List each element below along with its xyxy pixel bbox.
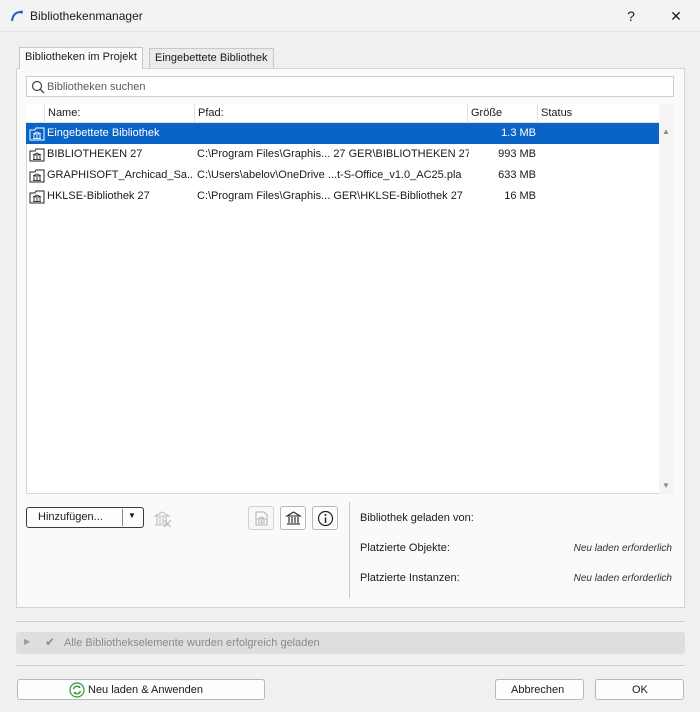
chevron-down-icon[interactable]: ▼	[128, 511, 136, 520]
cancel-label: Abbrechen	[511, 684, 565, 696]
cell-path: C:\Users\abelov\OneDrive ...t-S-Office_v…	[197, 169, 462, 181]
cell-size: 633 MB	[498, 169, 536, 181]
search-icon	[31, 80, 45, 94]
cell-status	[540, 165, 650, 186]
cell-path: C:\Program Files\Graphis... 27 GER\BIBLI…	[197, 148, 469, 160]
window-title: Bibliothekenmanager	[30, 9, 143, 23]
reload-apply-button[interactable]: Neu laden & Anwenden	[17, 679, 265, 700]
placed-objects-label: Platzierte Objekte:	[360, 542, 450, 554]
cell-name: Eingebettete Bibliothek	[47, 127, 160, 139]
library-manage-icon	[285, 511, 302, 525]
tab-project-libraries[interactable]: Bibliotheken im Projekt	[19, 47, 143, 69]
scroll-down-icon[interactable]: ▼	[662, 481, 670, 490]
export-library-button[interactable]	[248, 506, 274, 530]
ok-label: OK	[632, 684, 648, 696]
cell-status	[540, 186, 650, 207]
column-header-name[interactable]: Name:	[44, 104, 194, 123]
cell-name: HKLSE-Bibliothek 27	[47, 190, 150, 202]
cell-name: GRAPHISOFT_Archicad_Sa...	[47, 169, 193, 181]
column-header-path[interactable]: Pfad:	[194, 104, 467, 123]
close-button[interactable]: ✕	[665, 6, 687, 26]
table-row[interactable]: BIBLIOTHEKEN 27 C:\Program Files\Graphis.…	[26, 144, 659, 165]
cell-status	[540, 144, 650, 165]
divider	[16, 621, 685, 622]
remove-library-icon[interactable]	[150, 508, 174, 530]
info-button[interactable]	[312, 506, 338, 530]
cell-name: BIBLIOTHEKEN 27	[47, 148, 143, 160]
placed-objects-value: Neu laden erforderlich	[573, 543, 672, 554]
column-header-size[interactable]: Größe	[467, 104, 537, 123]
cell-size: 993 MB	[498, 148, 536, 160]
column-header-status[interactable]: Status	[537, 104, 659, 123]
table-row[interactable]: HKLSE-Bibliothek 27 C:\Program Files\Grap…	[26, 186, 659, 207]
checkmark-icon: ✔	[45, 635, 56, 649]
cell-size: 1.3 MB	[501, 127, 536, 139]
library-settings-button[interactable]	[280, 506, 306, 530]
loaded-from-label: Bibliothek geladen von:	[360, 512, 474, 524]
add-button-label: Hinzufügen...	[38, 511, 103, 523]
tab-embedded-library[interactable]: Eingebettete Bibliothek	[149, 48, 274, 68]
ok-button[interactable]: OK	[595, 679, 684, 700]
placed-instances-label: Platzierte Instanzen:	[360, 572, 460, 584]
expand-arrow-icon[interactable]: ▶	[24, 637, 30, 646]
table-row[interactable]: GRAPHISOFT_Archicad_Sa... C:\Users\abelov…	[26, 165, 659, 186]
archicad-logo-icon	[11, 10, 23, 22]
cell-size: 16 MB	[504, 190, 536, 202]
reload-apply-label: Neu laden & Anwenden	[88, 684, 203, 696]
table-row[interactable]: Eingebettete Bibliothek 1.3 MB	[26, 123, 659, 144]
cell-path: C:\Program Files\Graphis... GER\HKLSE-Bi…	[197, 190, 463, 202]
search-input[interactable]	[47, 78, 667, 95]
export-library-icon	[255, 511, 268, 526]
add-button-divider	[122, 509, 123, 526]
reload-icon	[69, 682, 85, 698]
cell-path	[197, 123, 469, 144]
cell-status	[540, 123, 650, 144]
footer-divider	[16, 665, 685, 666]
info-icon	[317, 510, 334, 527]
help-button[interactable]: ?	[620, 6, 642, 26]
info-divider	[349, 502, 350, 598]
status-message: Alle Bibliothekselemente wurden erfolgre…	[64, 637, 320, 649]
list-scrollbar[interactable]	[659, 104, 674, 494]
cancel-button[interactable]: Abbrechen	[495, 679, 584, 700]
library-folder-icon	[29, 169, 45, 183]
embedded-library-icon	[29, 127, 45, 141]
placed-instances-value: Neu laden erforderlich	[573, 573, 672, 584]
library-folder-icon	[29, 190, 45, 204]
library-folder-icon	[29, 148, 45, 162]
scroll-up-icon[interactable]: ▲	[662, 127, 670, 136]
